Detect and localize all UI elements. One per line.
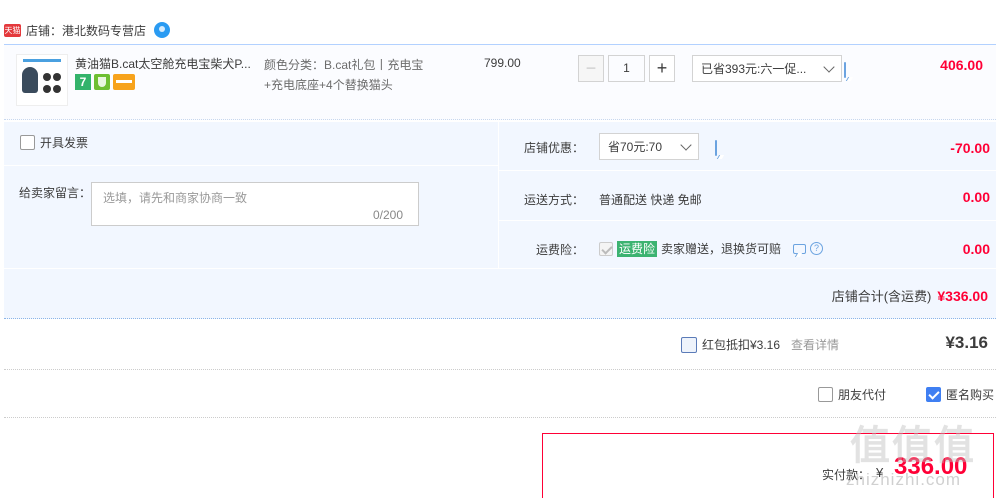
service-badges: 7 bbox=[75, 74, 135, 90]
red-packet-label: 红包抵扣¥3.16 bbox=[702, 338, 781, 352]
unit-price: 799.00 bbox=[484, 56, 521, 70]
quantity-input[interactable]: 1 bbox=[608, 55, 645, 82]
quantity-stepper: − 1 + bbox=[578, 55, 675, 82]
sku-info: 颜色分类：B.cat礼包丨充电宝 +充电底座+4个替换猫头 bbox=[264, 55, 454, 95]
insurance-option: 运费险 卖家赠送，退换货可赔 ? bbox=[599, 240, 824, 257]
promo-info-icon[interactable] bbox=[844, 62, 846, 78]
tmall-icon: 天猫 bbox=[4, 23, 21, 37]
shop-discount-select[interactable]: 省70元:70 bbox=[599, 133, 699, 160]
checkbox-checked[interactable] bbox=[926, 387, 941, 402]
shop-name-link[interactable]: 店铺：港北数码专营店 bbox=[26, 22, 146, 39]
shop-total-amount: ¥336.00 bbox=[937, 288, 988, 304]
product-title-link[interactable]: 黄油猫B.cat太空舱充电宝柴犬P... bbox=[75, 55, 260, 72]
decrease-quantity-button[interactable]: − bbox=[578, 55, 604, 82]
wangwang-chat-icon[interactable] bbox=[154, 22, 171, 38]
insurance-chat-icon[interactable] bbox=[793, 243, 807, 254]
checkbox[interactable] bbox=[20, 135, 35, 150]
friend-pay-checkbox[interactable]: 朋友代付 bbox=[818, 386, 886, 403]
shipping-label: 运送方式： bbox=[524, 193, 585, 207]
seller-note-label: 给卖家留言： bbox=[19, 186, 92, 200]
credit-card-icon[interactable] bbox=[113, 74, 135, 90]
sku-line: 颜色分类：B.cat礼包丨充电宝 bbox=[264, 58, 424, 72]
shop-header: 天猫 店铺：港北数码专营店 bbox=[4, 18, 171, 42]
invoice-checkbox[interactable]: 开具发票 bbox=[20, 134, 88, 151]
checkbox[interactable] bbox=[681, 336, 697, 353]
checkbox[interactable] bbox=[818, 387, 833, 402]
promotion-select[interactable]: 已省393元:六一促... bbox=[692, 55, 842, 82]
red-packet-checkbox[interactable]: 红包抵扣¥3.16 查看详情 bbox=[681, 336, 839, 353]
red-packet-row bbox=[4, 320, 996, 370]
view-details-link[interactable]: 查看详情 bbox=[791, 336, 839, 353]
insurance-label: 运费险： bbox=[536, 243, 585, 257]
seven-day-return-icon[interactable]: 7 bbox=[75, 74, 91, 90]
order-item-row: 黄油猫B.cat太空舱充电宝柴犬P... 7 颜色分类：B.cat礼包丨充电宝 … bbox=[4, 44, 996, 120]
invoice-label: 开具发票 bbox=[40, 136, 89, 150]
promotion-value: 已省393元:六一促... bbox=[701, 62, 807, 76]
shipping-method: 普通配送 快递 免邮 bbox=[599, 193, 702, 207]
item-subtotal: 406.00 bbox=[940, 57, 983, 73]
watermark-url: zhizhizhi.com bbox=[846, 470, 962, 489]
insurance-tag: 运费险 bbox=[617, 240, 658, 257]
red-packet-amount: ¥3.16 bbox=[945, 333, 988, 352]
shop-discount-label: 店铺优惠： bbox=[524, 141, 585, 155]
anonymous-purchase-checkbox[interactable]: 匿名购买 bbox=[926, 386, 994, 403]
product-thumbnail[interactable] bbox=[16, 54, 68, 106]
anonymous-label: 匿名购买 bbox=[946, 388, 995, 402]
discount-info-icon[interactable] bbox=[715, 140, 717, 156]
shipping-amount: 0.00 bbox=[962, 189, 990, 205]
shop-total: 店铺合计(含运费) ¥336.00 bbox=[832, 286, 988, 305]
friend-pay-label: 朋友代付 bbox=[838, 388, 887, 402]
increase-quantity-button[interactable]: + bbox=[649, 55, 675, 82]
help-icon[interactable]: ? bbox=[810, 242, 824, 255]
watermark-logo: 值值值 bbox=[850, 424, 976, 468]
seller-note-placeholder: 选填，请先和商家协商一致 bbox=[103, 191, 248, 205]
shop-total-label: 店铺合计(含运费) bbox=[831, 289, 932, 304]
insurance-checkbox bbox=[599, 241, 613, 256]
sku-line: +充电底座+4个替换猫头 bbox=[264, 78, 393, 92]
shop-discount-amount: -70.00 bbox=[950, 140, 990, 156]
shop-discount-value: 省70元:70 bbox=[608, 140, 663, 154]
chevron-down-icon bbox=[680, 138, 692, 151]
guarantee-shield-icon[interactable] bbox=[94, 74, 110, 90]
insurance-amount: 0.00 bbox=[962, 241, 990, 257]
chevron-down-icon bbox=[823, 60, 835, 73]
insurance-text: 卖家赠送，退换货可赔 bbox=[661, 242, 782, 256]
note-char-count: 0/200 bbox=[373, 208, 404, 222]
